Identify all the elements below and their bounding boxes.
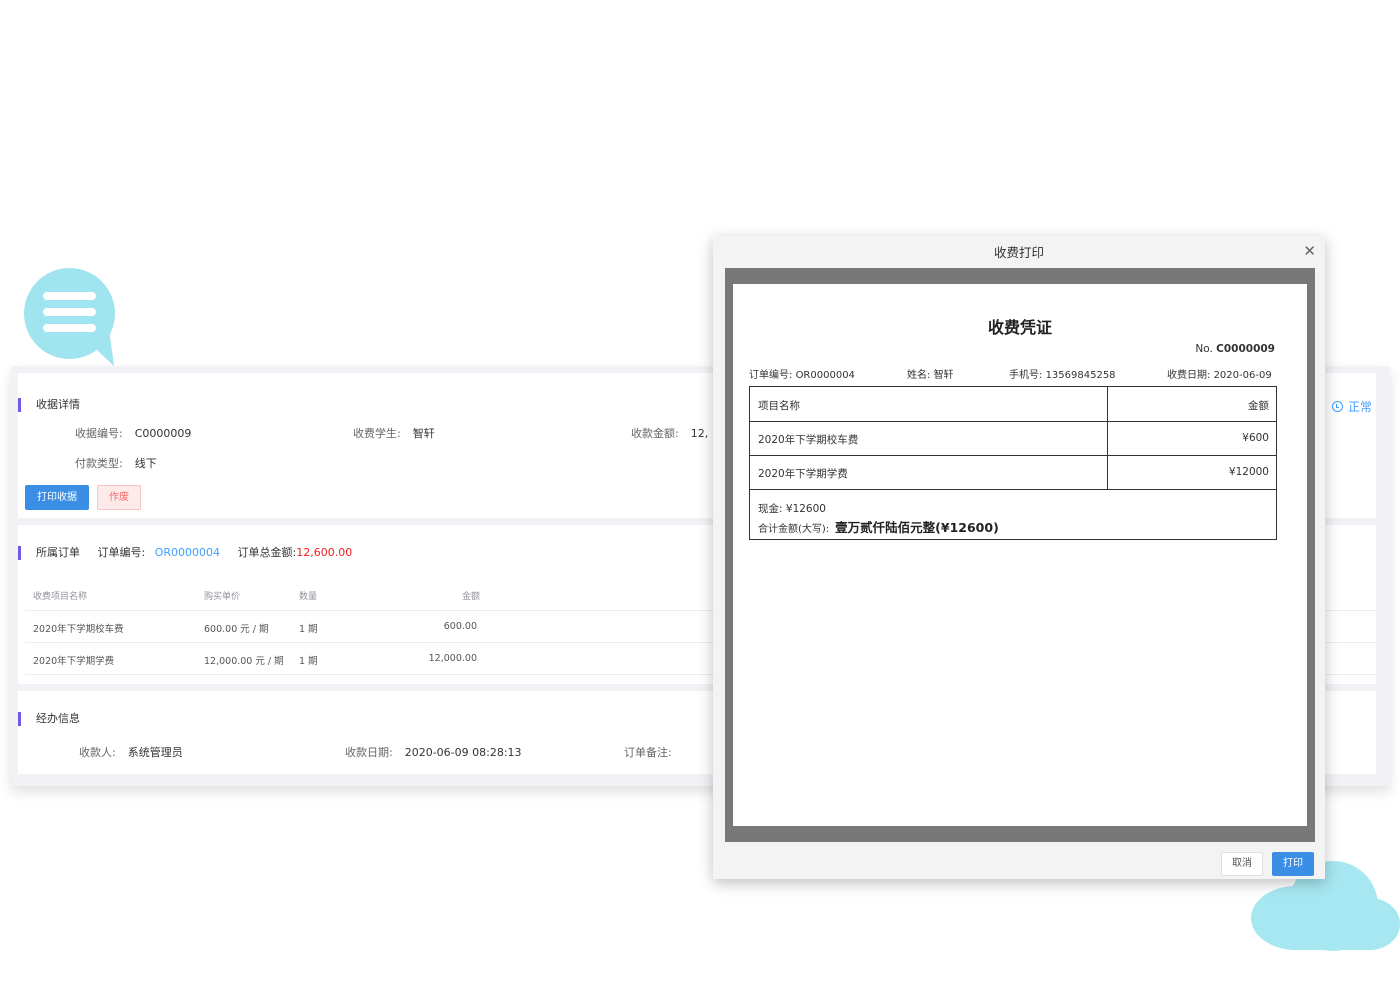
receipt-name-label: 姓名: bbox=[907, 370, 931, 381]
receipt-item-amount: ¥600 bbox=[1242, 432, 1269, 444]
receipt-item-name: 2020年下学期校车费 bbox=[758, 434, 859, 446]
receipt-no-value: C0000009 bbox=[134, 427, 192, 440]
student-label: 收费学生: bbox=[353, 427, 401, 440]
amount-field: 收款金额: 12, bbox=[631, 427, 708, 441]
section-title-receipt: 收据详情 bbox=[18, 398, 80, 412]
receipt-phone-label: 手机号: bbox=[1009, 370, 1043, 381]
status-badge: 正常 bbox=[1331, 398, 1372, 415]
receipt-no-label: 收据编号: bbox=[75, 427, 123, 440]
receipt-header-amount: 金额 bbox=[1248, 400, 1269, 412]
payee-label: 收款人: bbox=[79, 746, 116, 759]
cell-unit-price: 12,000.00 元 / 期 bbox=[204, 656, 284, 667]
receipt-cash-label: 现金: bbox=[758, 503, 783, 515]
receipt-total-value: 壹万贰仟陆佰元整(¥12600) bbox=[835, 520, 999, 535]
cell-unit-price: 600.00 元 / 期 bbox=[204, 624, 269, 635]
student-field: 收费学生: 智轩 bbox=[353, 427, 435, 441]
print-dialog: 收费打印 ✕ 收费凭证 No. C0000009 订单编号: OR0000004… bbox=[713, 236, 1325, 879]
receipt-number-value: C0000009 bbox=[1216, 343, 1275, 355]
receipt-title: 收费凭证 bbox=[987, 318, 1052, 337]
receipt-name-value: 智轩 bbox=[933, 370, 954, 381]
receipt-table-row: 2020年下学期学费 ¥12000 bbox=[750, 455, 1276, 490]
receipt-table-row: 2020年下学期校车费 ¥600 bbox=[750, 421, 1276, 456]
receipt-date-value: 2020-06-09 bbox=[1213, 370, 1272, 381]
cell-quantity: 1 期 bbox=[299, 624, 318, 635]
receipt-number: No. C0000009 bbox=[1195, 343, 1275, 355]
order-section-label: 所属订单 bbox=[36, 546, 80, 559]
receipt-cash-value: ¥12600 bbox=[785, 503, 826, 515]
receipt-phone-value: 13569845258 bbox=[1045, 370, 1116, 381]
date-label: 收款日期: bbox=[345, 746, 393, 759]
receipt-item-amount: ¥12000 bbox=[1228, 466, 1269, 478]
pay-type-label: 付款类型: bbox=[75, 457, 123, 470]
receipt-number-prefix: No. bbox=[1195, 343, 1213, 355]
order-no-label: 订单编号: bbox=[97, 546, 146, 559]
cell-amount: 12,000.00 bbox=[428, 653, 477, 664]
receipt-item-name: 2020年下学期学费 bbox=[758, 468, 848, 480]
print-button[interactable]: 打印 bbox=[1272, 852, 1314, 876]
cancel-button[interactable]: 取消 bbox=[1221, 852, 1263, 876]
date-field: 收款日期: 2020-06-09 08:28:13 bbox=[345, 746, 522, 760]
payee-field: 收款人: 系统管理员 bbox=[79, 746, 183, 760]
remark-field: 订单备注: bbox=[624, 746, 672, 760]
col-amount: 金额 bbox=[462, 592, 481, 602]
receipt-phone: 手机号: 13569845258 bbox=[1009, 366, 1116, 381]
date-value: 2020-06-09 08:28:13 bbox=[404, 746, 522, 759]
receipt-date-label: 收费日期: bbox=[1167, 370, 1211, 381]
amount-label: 收款金额: bbox=[631, 427, 679, 440]
clock-icon bbox=[1331, 401, 1343, 412]
remark-label: 订单备注: bbox=[624, 746, 672, 759]
order-total-value: 12,600.00 bbox=[296, 546, 353, 559]
cell-item-name: 2020年下学期学费 bbox=[33, 656, 115, 667]
pay-type-field: 付款类型: 线下 bbox=[75, 457, 157, 471]
student-value: 智轩 bbox=[412, 427, 435, 440]
order-total-label: 订单总金额: bbox=[237, 546, 297, 559]
receipt-no-field: 收据编号: C0000009 bbox=[75, 427, 191, 441]
receipt-order-no: 订单编号: OR0000004 bbox=[749, 366, 855, 381]
receipt-order-no-label: 订单编号: bbox=[749, 370, 793, 381]
payee-value: 系统管理员 bbox=[127, 746, 183, 759]
cell-item-name: 2020年下学期校车费 bbox=[33, 624, 124, 635]
cell-quantity: 1 期 bbox=[299, 656, 318, 667]
receipt-total-label: 合计金额(大写): bbox=[758, 524, 830, 535]
col-unit-price: 购买单价 bbox=[204, 592, 241, 602]
col-quantity: 数量 bbox=[299, 592, 318, 602]
receipt-column-divider bbox=[1107, 387, 1108, 489]
section-title-order: 所属订单 订单编号: OR0000004 订单总金额:12,600.00 bbox=[18, 546, 352, 560]
order-no-link[interactable]: OR0000004 bbox=[155, 546, 220, 559]
receipt-total: 合计金额(大写): 壹万贰仟陆佰元整(¥12600) bbox=[758, 517, 999, 536]
receipt-cash: 现金: ¥12600 bbox=[758, 501, 826, 516]
col-item-name: 收费项目名称 bbox=[33, 592, 88, 602]
receipt-table: 项目名称 金额 2020年下学期校车费 ¥600 2020年下学期学费 ¥120… bbox=[749, 386, 1277, 540]
print-preview-frame: 收费凭证 No. C0000009 订单编号: OR0000004 姓名: 智轩… bbox=[725, 268, 1315, 842]
receipt-paper: 收费凭证 No. C0000009 订单编号: OR0000004 姓名: 智轩… bbox=[733, 284, 1307, 826]
void-button[interactable]: 作废 bbox=[97, 485, 141, 510]
pay-type-value: 线下 bbox=[134, 457, 157, 470]
receipt-table-header: 项目名称 金额 bbox=[750, 387, 1276, 422]
receipt-order-no-value: OR0000004 bbox=[795, 370, 855, 381]
status-text: 正常 bbox=[1347, 400, 1372, 414]
cell-amount: 600.00 bbox=[443, 621, 477, 632]
receipt-date: 收费日期: 2020-06-09 bbox=[1167, 366, 1272, 381]
receipt-name: 姓名: 智轩 bbox=[907, 366, 954, 381]
print-receipt-button[interactable]: 打印收据 bbox=[25, 485, 89, 510]
dialog-title: 收费打印 bbox=[993, 245, 1044, 260]
section-title-handling: 经办信息 bbox=[18, 712, 80, 726]
close-icon[interactable]: ✕ bbox=[1303, 243, 1316, 259]
amount-value: 12, bbox=[690, 427, 709, 440]
chat-bubble-tail bbox=[83, 334, 115, 370]
receipt-header-item: 项目名称 bbox=[758, 400, 800, 412]
